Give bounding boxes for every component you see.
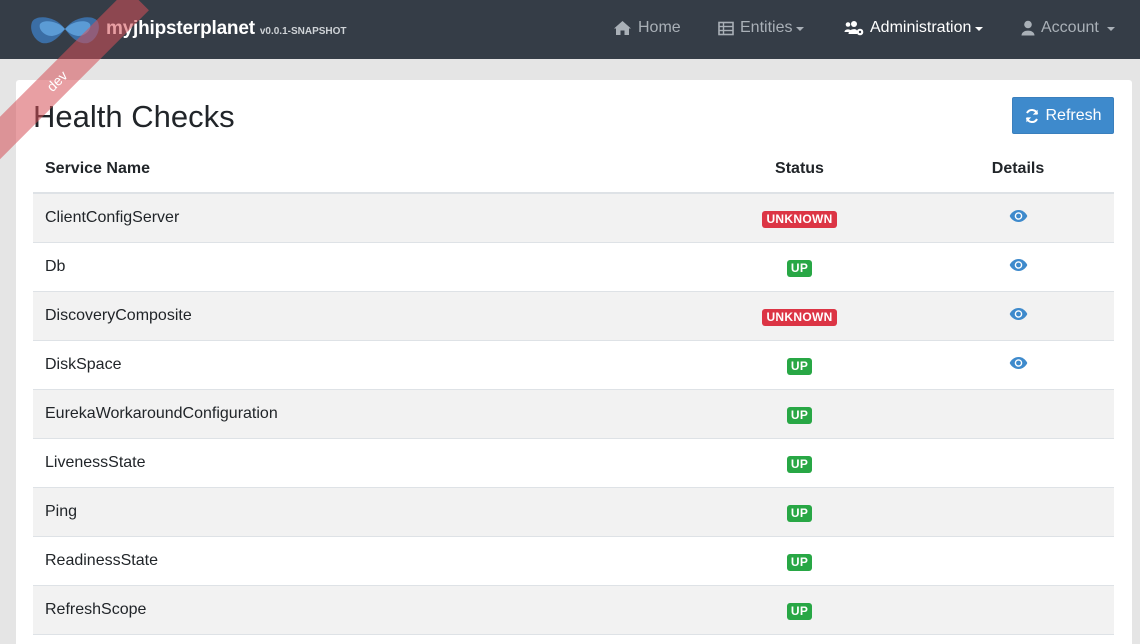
- nav-account[interactable]: Account: [1021, 0, 1115, 56]
- table-row: Db UP: [33, 243, 1114, 292]
- refresh-button-label: Refresh: [1045, 106, 1102, 124]
- nav-entities[interactable]: Entities: [718, 0, 805, 56]
- chevron-down-icon: [975, 27, 984, 31]
- nav-home-label: Home: [638, 19, 681, 36]
- nav-administration[interactable]: Administration: [844, 0, 984, 56]
- chevron-down-icon: [1106, 27, 1115, 31]
- logo-icon: [31, 17, 99, 44]
- refresh-button[interactable]: Refresh: [1012, 97, 1114, 134]
- health-table: Service Name Status Details ClientConfig…: [33, 145, 1114, 635]
- status-cell: UP: [723, 406, 876, 424]
- table-body: ClientConfigServer UNKNOWN Db UP DiscoveryCo…: [33, 194, 1114, 635]
- eye-icon[interactable]: [1009, 258, 1028, 272]
- status-badge: UP: [786, 456, 813, 473]
- service-name: DiskSpace: [45, 356, 122, 373]
- nav-home[interactable]: Home: [613, 0, 681, 56]
- header-service-name: Service Name: [45, 160, 150, 177]
- status-badge: UP: [786, 407, 813, 424]
- service-name: LivenessState: [45, 454, 146, 471]
- status-cell: UNKNOWN: [723, 308, 876, 326]
- service-name: ReadinessState: [45, 552, 158, 569]
- users-cog-icon: [844, 21, 864, 36]
- status-cell: UNKNOWN: [723, 210, 876, 228]
- status-cell: UP: [723, 553, 876, 571]
- header-details: Details: [991, 160, 1045, 177]
- status-cell: UP: [723, 504, 876, 522]
- sync-icon: [1026, 108, 1039, 123]
- table-row: EurekaWorkaroundConfiguration UP: [33, 390, 1114, 439]
- service-name: ClientConfigServer: [45, 209, 180, 226]
- service-name: RefreshScope: [45, 601, 147, 618]
- status-badge: UP: [786, 554, 813, 571]
- table-row: RefreshScope UP: [33, 586, 1114, 635]
- status-badge: UP: [786, 505, 813, 522]
- table-row: DiskSpace UP: [33, 341, 1114, 390]
- header-status: Status: [775, 160, 824, 177]
- details-cell: [943, 307, 1093, 321]
- chevron-down-icon: [796, 27, 805, 31]
- user-icon: [1021, 20, 1035, 36]
- eye-icon[interactable]: [1009, 209, 1028, 223]
- table-header: Service Name Status Details: [33, 145, 1114, 194]
- nav-account-label: Account: [1041, 19, 1099, 36]
- table-row: ClientConfigServer UNKNOWN: [33, 194, 1114, 243]
- status-cell: UP: [723, 259, 876, 277]
- status-badge: UP: [786, 260, 813, 277]
- service-name: DiscoveryComposite: [45, 307, 192, 324]
- status-badge: UP: [786, 358, 813, 375]
- table-icon: [718, 21, 734, 35]
- page-title: Health Checks: [33, 99, 235, 134]
- details-cell: [943, 356, 1093, 370]
- nav-administration-label: Administration: [870, 19, 972, 36]
- home-icon: [614, 21, 631, 35]
- nav-entities-label: Entities: [740, 19, 793, 36]
- status-cell: UP: [723, 455, 876, 473]
- table-row: ReadinessState UP: [33, 537, 1114, 586]
- details-cell: [943, 258, 1093, 272]
- status-badge: UP: [786, 603, 813, 620]
- details-cell: [943, 209, 1093, 223]
- service-name: EurekaWorkaroundConfiguration: [45, 405, 278, 422]
- table-row: DiscoveryComposite UNKNOWN: [33, 292, 1114, 341]
- status-cell: UP: [723, 602, 876, 620]
- navbar: myjhipsterplanet v0.0.1-SNAPSHOT Home En…: [0, 0, 1140, 59]
- version-label: v0.0.1-SNAPSHOT: [259, 25, 347, 37]
- table-row: LivenessState UP: [33, 439, 1114, 488]
- status-cell: UP: [723, 357, 876, 375]
- service-name: Ping: [45, 503, 78, 520]
- brand-title: myjhipsterplanet: [106, 18, 255, 39]
- status-badge: UNKNOWN: [762, 309, 837, 326]
- service-name: Db: [45, 258, 66, 275]
- status-badge: UNKNOWN: [762, 211, 837, 228]
- health-card: Health Checks Refresh Service Name Statu…: [16, 80, 1132, 644]
- brand-link[interactable]: myjhipsterplanet v0.0.1-SNAPSHOT: [30, 12, 347, 46]
- table-row: Ping UP: [33, 488, 1114, 537]
- eye-icon[interactable]: [1009, 356, 1028, 370]
- eye-icon[interactable]: [1009, 307, 1028, 321]
